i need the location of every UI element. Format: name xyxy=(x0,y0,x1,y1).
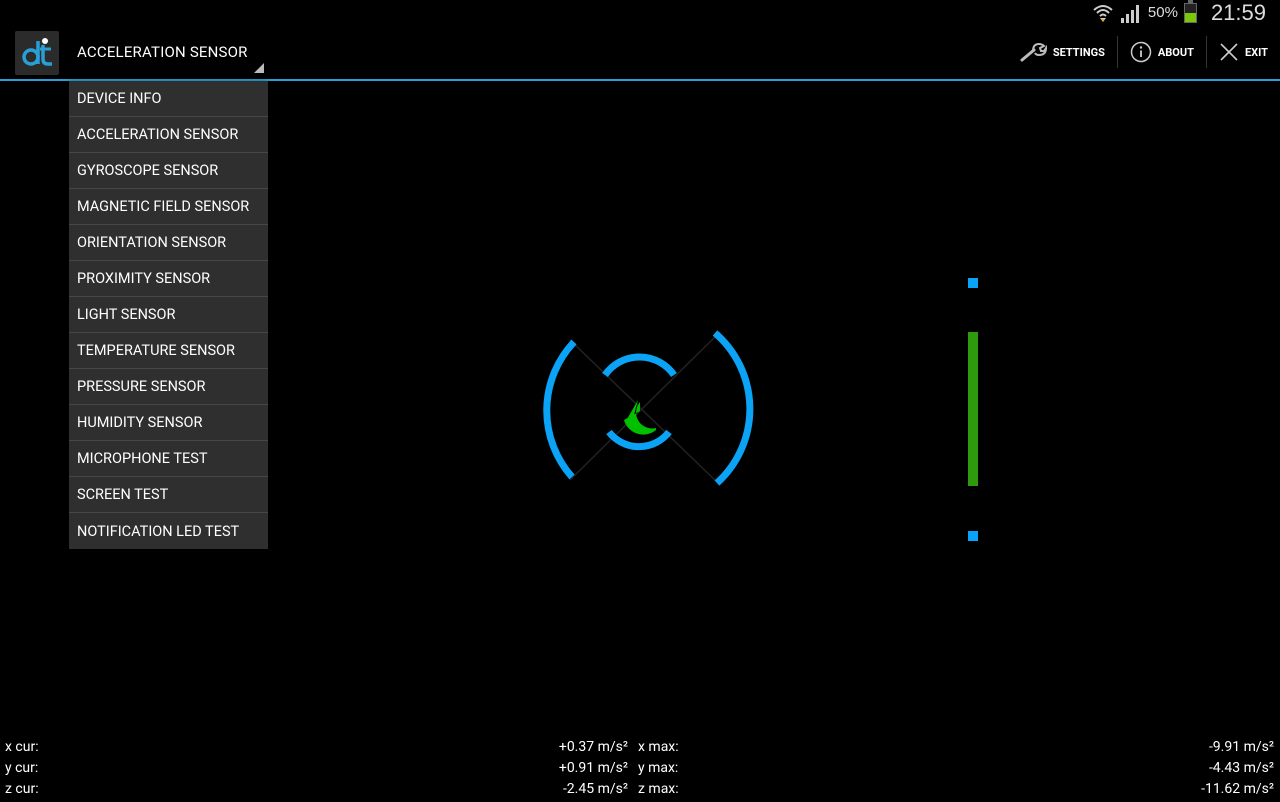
exit-label: EXIT xyxy=(1244,45,1268,59)
app-logo[interactable] xyxy=(15,31,59,75)
action-bar: ACCELERATION SENSOR SETTINGS ABOUT EXIT xyxy=(0,25,1280,81)
battery-icon xyxy=(1183,0,1197,23)
z-bar-top-marker xyxy=(968,278,978,288)
y-max-value: -4.43 m/s² xyxy=(1208,760,1274,776)
y-max-label: y max: xyxy=(638,760,679,776)
inner-bottom-arc xyxy=(606,429,672,451)
about-label: ABOUT xyxy=(1157,45,1194,59)
wifi-icon xyxy=(1093,4,1113,22)
z-readout-row: z cur: -2.45 m/s² z max: -11.62 m/s² xyxy=(0,781,1280,802)
crosshair-line xyxy=(569,339,721,486)
signal-icon xyxy=(1120,4,1139,23)
spinner-arrow-icon xyxy=(254,63,264,73)
status-clock: 21:59 xyxy=(1210,0,1266,25)
x-cur-label: x cur: xyxy=(5,739,39,755)
acceleration-readouts: x cur: +0.37 m/s² x max: -9.91 m/s² y cu… xyxy=(0,737,1280,800)
settings-label: SETTINGS xyxy=(1052,45,1105,59)
action-bar-actions: SETTINGS ABOUT EXIT xyxy=(1007,25,1280,79)
y-cur-label: y cur: xyxy=(5,760,39,776)
status-icons: 50% 21:59 xyxy=(1092,0,1266,25)
app-logo-icon xyxy=(22,38,52,66)
z-max-label: z max: xyxy=(638,781,679,797)
outer-left-arc xyxy=(543,339,577,480)
menu-item-proximity-sensor[interactable]: PROXIMITY SENSOR xyxy=(69,261,268,297)
menu-item-microphone-test[interactable]: MICROPHONE TEST xyxy=(69,441,268,477)
y-readout-row: y cur: +0.91 m/s² y max: -4.43 m/s² xyxy=(0,760,1280,781)
x-readout-row: x cur: +0.37 m/s² x max: -9.91 m/s² xyxy=(0,739,1280,760)
z-max-value: -11.62 m/s² xyxy=(1201,781,1274,797)
close-icon xyxy=(1220,43,1238,61)
z-bar-fill xyxy=(968,332,978,486)
menu-item-acceleration-sensor[interactable]: ACCELERATION SENSOR xyxy=(69,117,268,153)
wrench-icon xyxy=(1020,42,1047,62)
selected-sensor-label: ACCELERATION SENSOR xyxy=(77,43,248,61)
x-max-value: -9.91 m/s² xyxy=(1208,739,1274,755)
battery-level-fill xyxy=(1184,12,1196,22)
menu-item-device-info[interactable]: DEVICE INFO xyxy=(69,81,268,117)
y-cur-value: +0.91 m/s² xyxy=(558,760,628,776)
exit-button[interactable]: EXIT xyxy=(1207,25,1280,79)
inner-top-arc xyxy=(602,353,677,378)
menu-item-magnetic-field-sensor[interactable]: MAGNETIC FIELD SENSOR xyxy=(69,189,268,225)
z-axis-bar xyxy=(966,275,980,545)
menu-item-notification-led-test[interactable]: NOTIFICATION LED TEST xyxy=(69,513,268,549)
acceleration-visualizer xyxy=(543,330,754,486)
info-icon xyxy=(1130,41,1152,63)
about-button[interactable]: ABOUT xyxy=(1118,25,1206,79)
menu-item-humidity-sensor[interactable]: HUMIDITY SENSOR xyxy=(69,405,268,441)
menu-item-pressure-sensor[interactable]: PRESSURE SENSOR xyxy=(69,369,268,405)
outer-right-arc xyxy=(712,330,754,486)
menu-item-temperature-sensor[interactable]: TEMPERATURE SENSOR xyxy=(69,333,268,369)
menu-item-screen-test[interactable]: SCREEN TEST xyxy=(69,477,268,513)
settings-button[interactable]: SETTINGS xyxy=(1007,25,1117,79)
z-bar-bottom-marker xyxy=(968,531,978,541)
sensor-spinner[interactable]: ACCELERATION SENSOR xyxy=(68,25,266,79)
battery-percent: 50% xyxy=(1147,4,1178,21)
menu-item-orientation-sensor[interactable]: ORIENTATION SENSOR xyxy=(69,225,268,261)
z-cur-label: z cur: xyxy=(5,781,39,797)
x-max-label: x max: xyxy=(638,739,679,755)
sensor-dropdown-menu: DEVICE INFO ACCELERATION SENSOR GYROSCOP… xyxy=(69,81,268,549)
menu-item-light-sensor[interactable]: LIGHT SENSOR xyxy=(69,297,268,333)
status-bar: 50% 21:59 xyxy=(0,0,1280,25)
menu-item-gyroscope-sensor[interactable]: GYROSCOPE SENSOR xyxy=(69,153,268,189)
x-cur-value: +0.37 m/s² xyxy=(558,739,628,755)
z-cur-value: -2.45 m/s² xyxy=(562,781,628,797)
